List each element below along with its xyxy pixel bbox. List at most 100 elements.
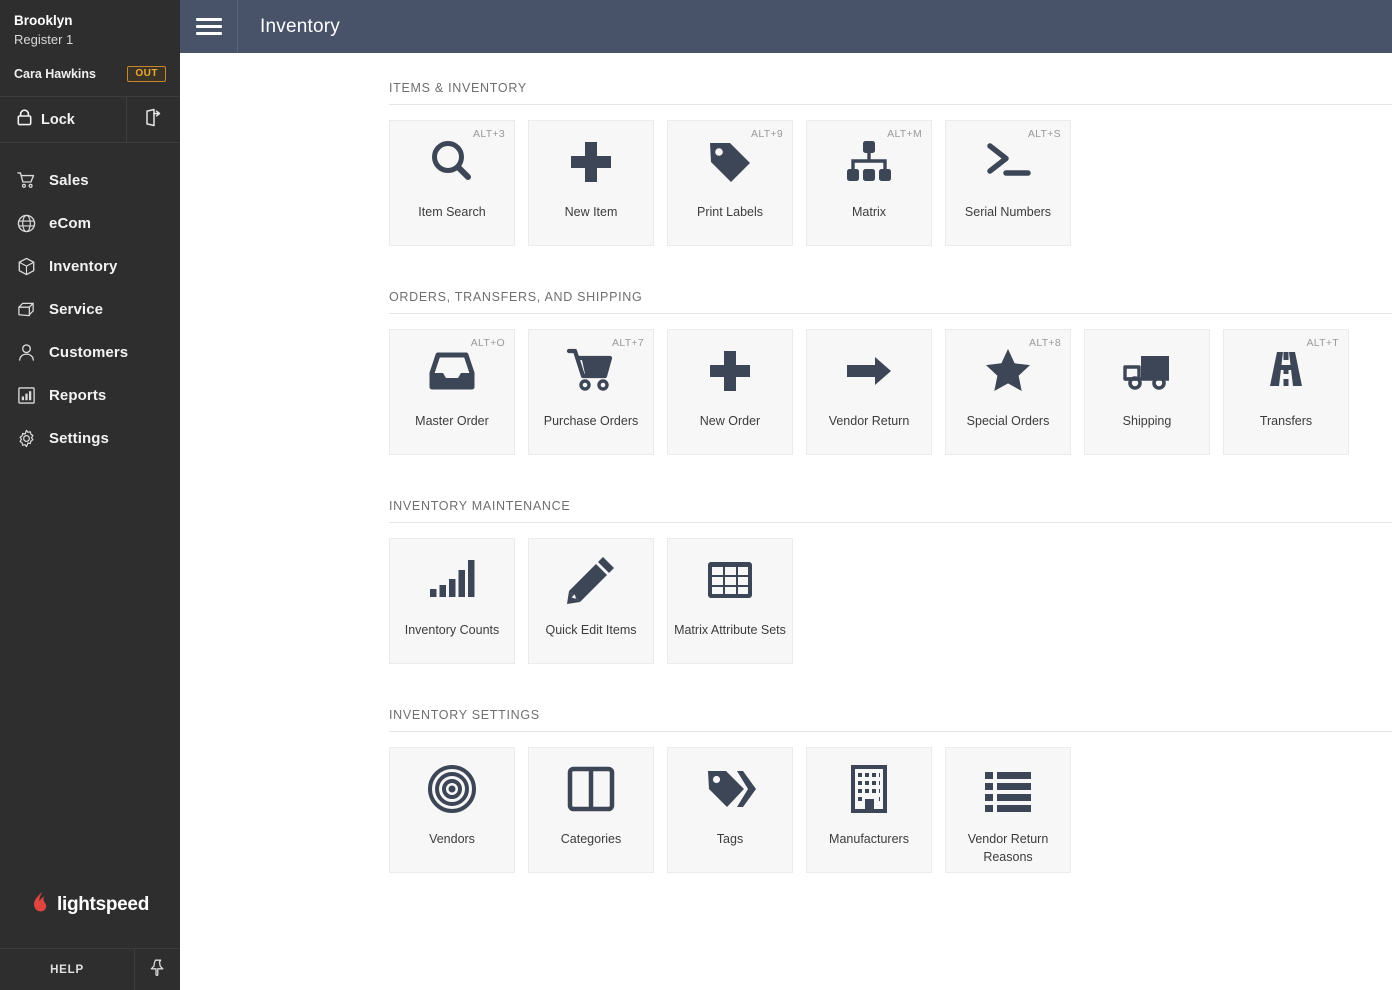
tile-grid: Vendors Categories Tags Manufacturers Ve… — [389, 747, 1392, 873]
tile-grid: Inventory Counts Quick Edit Items Matrix… — [389, 538, 1392, 664]
tile-shortcut: ALT+9 — [751, 128, 783, 140]
gear-icon — [16, 429, 36, 449]
tile-item-search[interactable]: ALT+3 Item Search — [389, 120, 515, 246]
tile-grid: ALT+O Master Order ALT+7 Purchase Orders… — [389, 329, 1392, 455]
sidebar-item-label: Sales — [49, 172, 89, 189]
tile-vendors[interactable]: Vendors — [389, 747, 515, 873]
sidebar-item-service[interactable]: Service — [0, 288, 180, 331]
top-header: Inventory — [180, 0, 1392, 53]
register-name: Register 1 — [14, 32, 74, 47]
sidebar-item-label: Settings — [49, 430, 109, 447]
tile-shortcut: ALT+3 — [473, 128, 505, 140]
section-heading: INVENTORY SETTINGS — [389, 708, 540, 722]
tile-shortcut: ALT+S — [1027, 128, 1061, 140]
tile-label: Vendor Return — [828, 414, 910, 428]
tile-transfers[interactable]: ALT+T Transfers — [1223, 329, 1349, 455]
tile-label: Matrix — [851, 205, 887, 219]
tile-shipping[interactable]: Shipping — [1084, 329, 1210, 455]
tile-label: Vendors — [429, 832, 475, 846]
section-divider — [389, 731, 1392, 732]
tile-manufacturers[interactable]: Manufacturers — [806, 747, 932, 873]
truck-icon — [1085, 330, 1209, 412]
store-block: Brooklyn Register 1 — [0, 0, 180, 57]
tile-new-item[interactable]: New Item — [528, 120, 654, 246]
tile-label: Inventory Counts — [404, 623, 500, 637]
tile-vendor-return[interactable]: Vendor Return — [806, 329, 932, 455]
sidebar-footer: HELP — [0, 948, 180, 990]
shopping-cart-icon — [16, 171, 36, 191]
tile-shortcut: ALT+O — [470, 337, 505, 349]
box-icon — [16, 257, 36, 277]
tile-shortcut: ALT+7 — [612, 337, 644, 349]
sidebar-nav: Sales eCom Inventory Service Customers R… — [0, 143, 180, 891]
user-row[interactable]: Cara Hawkins OUT — [0, 57, 180, 82]
main-area: Inventory ITEMS & INVENTORY ALT+3 Item S… — [180, 0, 1392, 990]
bullseye-icon — [390, 748, 514, 830]
lightspeed-logo: lightspeed — [0, 891, 180, 948]
plus-icon — [668, 330, 792, 412]
section-divider — [389, 313, 1392, 314]
tile-matrix-attribute-sets[interactable]: Matrix Attribute Sets — [667, 538, 793, 664]
pushpin-icon — [150, 959, 165, 981]
list-icon — [946, 748, 1070, 830]
section-heading: ORDERS, TRANSFERS, AND SHIPPING — [389, 290, 643, 304]
tile-label: Master Order — [415, 414, 489, 428]
help-button[interactable]: HELP — [0, 949, 135, 990]
globe-icon — [16, 214, 36, 234]
tile-label: Purchase Orders — [543, 414, 639, 428]
lock-icon — [17, 108, 32, 131]
sidebar-item-sales[interactable]: Sales — [0, 159, 180, 202]
section-orders-transfers-shipping: ORDERS, TRANSFERS, AND SHIPPING ALT+O Ma… — [389, 290, 1392, 455]
lock-button[interactable]: Lock — [0, 97, 127, 142]
tile-label: Tags — [716, 832, 744, 846]
tile-serial-numbers[interactable]: ALT+S Serial Numbers — [945, 120, 1071, 246]
clock-status-badge[interactable]: OUT — [127, 66, 166, 82]
double-tag-icon — [668, 748, 792, 830]
lightspeed-flame-icon — [31, 891, 50, 918]
tile-label: Vendor Return Reasons — [967, 832, 1049, 864]
tile-vendor-return-reasons[interactable]: Vendor Return Reasons — [945, 747, 1071, 873]
tile-categories[interactable]: Categories — [528, 747, 654, 873]
bar-chart-icon — [16, 386, 36, 406]
tile-new-order[interactable]: New Order — [667, 329, 793, 455]
sidebar-item-label: Inventory — [49, 258, 118, 275]
tile-inventory-counts[interactable]: Inventory Counts — [389, 538, 515, 664]
tile-tags[interactable]: Tags — [667, 747, 793, 873]
section-inventory-maintenance: INVENTORY MAINTENANCE Inventory Counts Q… — [389, 499, 1392, 664]
sidebar-item-ecom[interactable]: eCom — [0, 202, 180, 245]
tile-label: Quick Edit Items — [545, 623, 637, 637]
sidebar-item-label: eCom — [49, 215, 92, 232]
tile-label: New Item — [564, 205, 618, 219]
tile-label: Shipping — [1122, 414, 1172, 428]
grid-table-icon — [668, 539, 792, 621]
tile-shortcut: ALT+M — [887, 128, 922, 140]
tile-quick-edit-items[interactable]: Quick Edit Items — [528, 538, 654, 664]
tile-purchase-orders[interactable]: ALT+7 Purchase Orders — [528, 329, 654, 455]
tile-special-orders[interactable]: ALT+8 Special Orders — [945, 329, 1071, 455]
tile-print-labels[interactable]: ALT+9 Print Labels — [667, 120, 793, 246]
tile-label: Print Labels — [696, 205, 763, 219]
sidebar-item-reports[interactable]: Reports — [0, 374, 180, 417]
section-heading: ITEMS & INVENTORY — [389, 81, 527, 95]
pin-sidebar-button[interactable] — [135, 949, 180, 990]
tile-label: Manufacturers — [829, 832, 909, 846]
toolbox-icon — [16, 300, 36, 320]
sidebar-item-inventory[interactable]: Inventory — [0, 245, 180, 288]
sidebar-item-label: Service — [49, 301, 104, 318]
tile-master-order[interactable]: ALT+O Master Order — [389, 329, 515, 455]
store-name: Brooklyn — [14, 13, 73, 28]
sidebar: Brooklyn Register 1 Cara Hawkins OUT Loc… — [0, 0, 180, 990]
sidebar-item-customers[interactable]: Customers — [0, 331, 180, 374]
tile-matrix[interactable]: ALT+M Matrix — [806, 120, 932, 246]
logout-button[interactable] — [127, 97, 180, 142]
tile-shortcut: ALT+T — [1306, 337, 1339, 349]
lock-bar: Lock — [0, 96, 180, 143]
app-root: Brooklyn Register 1 Cara Hawkins OUT Loc… — [0, 0, 1392, 990]
sidebar-item-settings[interactable]: Settings — [0, 417, 180, 460]
tile-label: Matrix Attribute Sets — [674, 623, 786, 637]
tile-label: New Order — [699, 414, 761, 428]
hamburger-menu-button[interactable] — [180, 0, 238, 53]
